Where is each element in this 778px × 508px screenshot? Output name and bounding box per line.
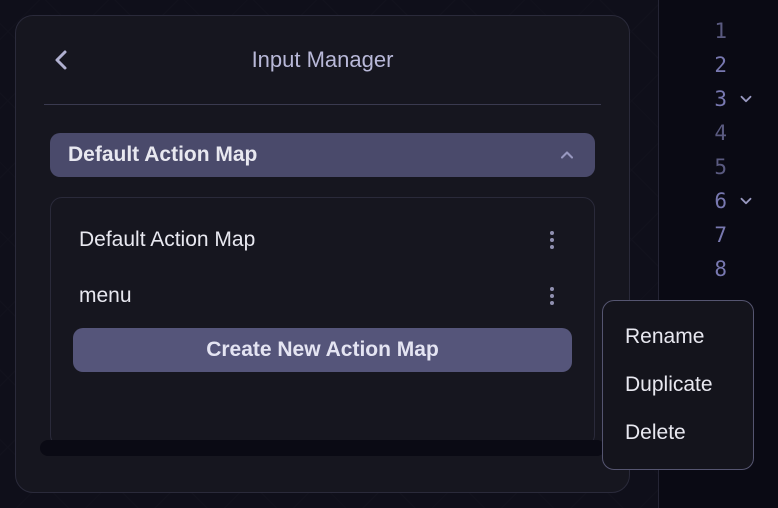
line-number: 1 xyxy=(659,19,737,43)
line-row: 5 xyxy=(659,150,778,184)
action-map-item-label: menu xyxy=(79,284,538,308)
line-number: 6 xyxy=(659,189,737,213)
bottom-bar xyxy=(40,440,605,456)
line-row: 7 xyxy=(659,218,778,252)
context-menu-delete[interactable]: Delete xyxy=(603,409,753,457)
context-menu-duplicate[interactable]: Duplicate xyxy=(603,361,753,409)
fold-chevron-icon[interactable] xyxy=(737,192,755,210)
action-map-list: Default Action Map menu Create New Actio… xyxy=(50,197,595,447)
context-menu-rename[interactable]: Rename xyxy=(603,313,753,361)
create-action-map-button[interactable]: Create New Action Map xyxy=(73,328,572,372)
line-row: 2 xyxy=(659,48,778,82)
back-button[interactable] xyxy=(44,42,80,78)
line-number: 7 xyxy=(659,223,737,247)
chevron-up-icon xyxy=(557,145,577,165)
line-row: 4 xyxy=(659,116,778,150)
line-row: 8 xyxy=(659,252,778,286)
item-menu-button[interactable] xyxy=(538,224,566,256)
context-menu: Rename Duplicate Delete xyxy=(602,300,754,470)
divider xyxy=(44,104,601,105)
line-number: 5 xyxy=(659,155,737,179)
action-map-item[interactable]: menu xyxy=(73,268,572,324)
panel-header: Input Manager xyxy=(44,42,601,78)
line-number: 4 xyxy=(659,121,737,145)
action-map-item[interactable]: Default Action Map xyxy=(73,212,572,268)
line-number: 2 xyxy=(659,53,737,77)
fold-chevron-icon[interactable] xyxy=(737,90,755,108)
action-map-dropdown[interactable]: Default Action Map xyxy=(50,133,595,177)
line-number: 8 xyxy=(659,257,737,281)
line-row: 3 xyxy=(659,82,778,116)
action-map-item-label: Default Action Map xyxy=(79,228,538,252)
line-row: 1 xyxy=(659,14,778,48)
line-row: 6 xyxy=(659,184,778,218)
item-menu-button[interactable] xyxy=(538,280,566,312)
create-button-label: Create New Action Map xyxy=(206,338,439,362)
dropdown-selected-label: Default Action Map xyxy=(68,143,557,167)
input-manager-panel: Input Manager Default Action Map Default… xyxy=(15,15,630,493)
panel-title: Input Manager xyxy=(80,47,565,73)
line-number: 3 xyxy=(659,87,737,111)
